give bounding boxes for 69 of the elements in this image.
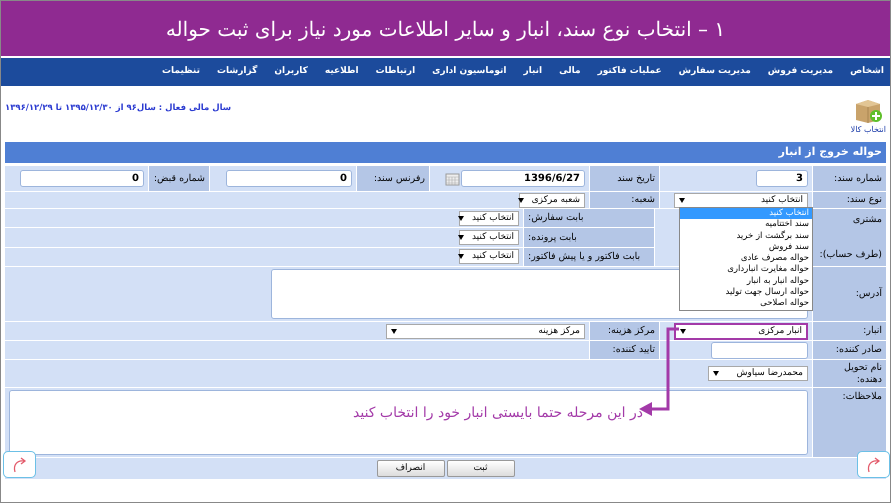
nav-item[interactable]: گزارشات — [216, 65, 258, 79]
field-label: آدرس: — [813, 267, 886, 321]
dropdown-option[interactable]: سند فروش — [680, 242, 812, 254]
field-label: مشتری — [852, 213, 882, 227]
dropdown-option[interactable]: حواله مغایرت انبارداری — [680, 264, 812, 276]
caret-icon — [518, 198, 524, 202]
caret-icon — [713, 371, 719, 376]
dropdown-option[interactable]: سند اختتامیه — [680, 219, 812, 231]
field-label: بابت سفارش: — [524, 209, 654, 228]
nav-item[interactable]: کاربران — [274, 65, 308, 79]
doc-number-field[interactable]: 3 — [756, 170, 808, 187]
corner-arrow-button[interactable] — [3, 451, 36, 478]
reference-field[interactable]: 0 — [226, 170, 352, 187]
field-label: نام تحویل دهنده: — [813, 360, 886, 387]
select-product-button[interactable]: انتخاب کالا — [850, 96, 886, 136]
branch-select[interactable]: شعبه مرکزی — [519, 192, 585, 208]
field-label: (طرف حساب): — [818, 248, 882, 262]
reference-select[interactable]: انتخاب کنید — [459, 210, 519, 226]
nav-item[interactable]: مدیریت فروش — [768, 65, 834, 79]
nav-item[interactable]: تنظیمات — [162, 65, 200, 79]
banner-title: ۱ – انتخاب نوع سند، انبار و سایر اطلاعات مورد نیاز برای ثبت حواله — [166, 16, 726, 43]
field-label: ملاحظات: — [813, 388, 886, 457]
field-label: صادر کننده: — [813, 341, 886, 359]
field-label: مرکز هزینه: — [590, 322, 659, 340]
field-label: بابت فاکتور و یا پیش فاکتور: — [524, 248, 654, 266]
nav-item[interactable]: ارتباطات — [376, 65, 416, 79]
reference-select[interactable]: انتخاب کنید — [459, 230, 519, 245]
annotation-text: در این مرحله حتما بایستی انبار خود را انتخاب کنید — [353, 404, 643, 423]
nav-item[interactable]: اشخاص — [850, 65, 884, 79]
dropdown-option[interactable]: سند برگشت از خرید — [680, 230, 812, 242]
field-label: انبار: — [813, 322, 886, 340]
caret-icon — [680, 328, 686, 334]
dropdown-option[interactable]: حواله اصلاحی — [680, 298, 812, 310]
form-title: حواله خروج از انبار — [778, 144, 882, 160]
warehouse-select[interactable]: انبار مرکزی — [674, 322, 808, 340]
field-label: نوع سند: — [813, 192, 886, 208]
nav-item[interactable]: اتوماسیون اداری — [432, 65, 506, 79]
doc-type-select[interactable]: انتخاب کنید — [674, 192, 808, 208]
field-label: شعبه: — [590, 192, 659, 208]
issuer-field[interactable] — [711, 342, 808, 358]
field-label: بابت پرونده: — [524, 228, 654, 247]
caret-icon — [458, 254, 464, 260]
field-label: تایید کننده: — [590, 341, 659, 359]
dropdown-option[interactable]: حواله ارسال جهت تولید — [680, 287, 812, 298]
fiscal-year-text: سال مالی فعال : سال۹۶ از ۱۳۹۵/۱۲/۳۰ تا ۱۳۹۶/۱۲/۲۹ — [5, 102, 232, 115]
nav-item[interactable]: انبار — [523, 65, 542, 79]
nav-item[interactable]: مدیریت سفارش — [678, 65, 751, 79]
caret-icon — [458, 234, 464, 240]
deliverer-select[interactable]: محمدرضا سیاوش — [708, 366, 808, 381]
caret-icon — [391, 328, 397, 334]
field-label: تاریخ سند — [590, 166, 659, 191]
receipt-number-field[interactable]: 0 — [20, 170, 144, 187]
nav-item[interactable]: اطلاعیه — [324, 65, 359, 79]
dropdown-option[interactable]: حواله انبار به انبار — [680, 276, 812, 288]
caret-icon — [679, 198, 685, 202]
form-button[interactable]: ثبت — [446, 460, 514, 477]
calendar-icon[interactable] — [445, 172, 460, 186]
corner-arrow-button[interactable] — [857, 451, 890, 478]
nav-item[interactable]: عملیات فاکتور — [598, 65, 662, 79]
reference-select[interactable]: انتخاب کنید — [459, 249, 519, 264]
cost-center-select[interactable]: مرکز هزینه — [386, 324, 585, 338]
field-label: رفرنس سند: — [357, 166, 429, 191]
dropdown-option[interactable]: حواله مصرف عادی — [680, 253, 812, 264]
form-button[interactable]: انصراف — [376, 460, 444, 477]
nav-item[interactable]: مالی — [559, 65, 581, 79]
date-field[interactable]: 1396/6/27 — [461, 170, 585, 187]
caret-icon — [458, 216, 464, 221]
field-label: شماره قبض: — [149, 166, 209, 191]
field-label: شماره سند: — [813, 166, 886, 191]
